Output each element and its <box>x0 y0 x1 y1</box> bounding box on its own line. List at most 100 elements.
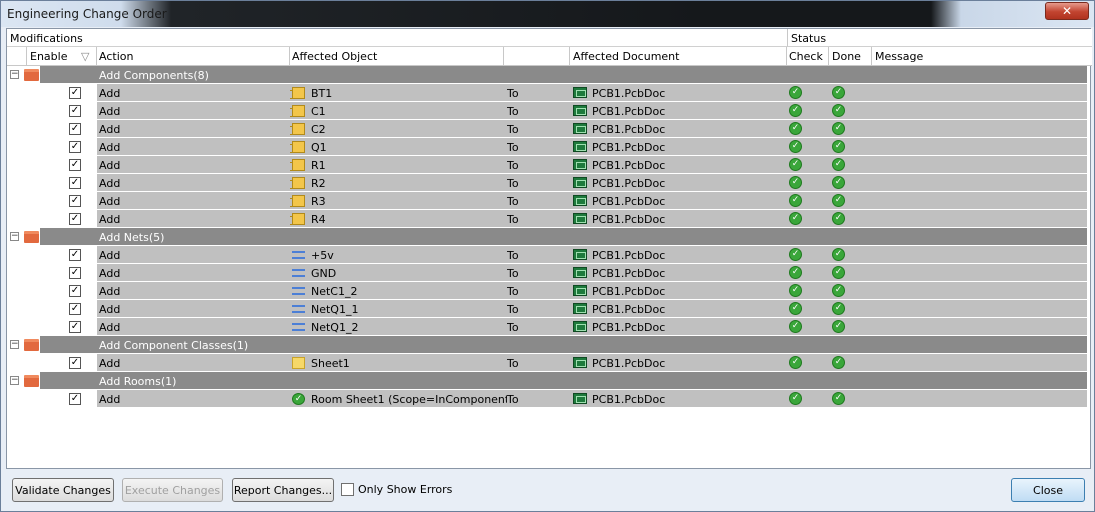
pcb-document-icon <box>573 141 587 152</box>
enable-checkbox[interactable]: ✓ <box>69 177 81 189</box>
pcb-document-icon <box>573 249 587 260</box>
table-row[interactable]: ✓ Add R3 To PCB1.PcbDoc ✓ ✓ <box>7 192 1092 210</box>
enable-checkbox[interactable]: ✓ <box>69 249 81 261</box>
affected-document-cell: PCB1.PcbDoc <box>592 195 666 208</box>
pcb-document-icon <box>573 87 587 98</box>
action-cell: Add <box>99 141 121 154</box>
component-icon <box>290 177 305 189</box>
close-icon[interactable]: ✕ <box>1045 2 1089 20</box>
check-ok-icon: ✓ <box>789 176 802 189</box>
affected-document-cell: PCB1.PcbDoc <box>592 159 666 172</box>
col-check[interactable]: Check <box>789 50 823 63</box>
col-done[interactable]: Done <box>832 50 861 63</box>
only-show-errors-checkbox[interactable] <box>341 483 354 496</box>
done-ok-icon: ✓ <box>832 158 845 171</box>
collapse-icon[interactable]: − <box>10 376 19 385</box>
to-cell: To <box>507 267 519 280</box>
folder-icon <box>24 339 39 351</box>
table-row[interactable]: ✓ Add BT1 To PCB1.PcbDoc ✓ ✓ <box>7 84 1092 102</box>
action-cell: Add <box>99 249 121 262</box>
component-icon <box>290 105 305 117</box>
done-ok-icon: ✓ <box>832 122 845 135</box>
component-icon <box>290 87 305 99</box>
table-row[interactable]: ✓ Add R4 To PCB1.PcbDoc ✓ ✓ <box>7 210 1092 228</box>
table-row[interactable]: ✓ Add NetQ1_2 To PCB1.PcbDoc ✓ ✓ <box>7 318 1092 336</box>
table-row[interactable]: ✓ Add R1 To PCB1.PcbDoc ✓ ✓ <box>7 156 1092 174</box>
table-row[interactable]: ✓ Add NetC1_2 To PCB1.PcbDoc ✓ ✓ <box>7 282 1092 300</box>
folder-icon <box>24 69 39 81</box>
collapse-icon[interactable]: − <box>10 232 19 241</box>
collapse-icon[interactable]: − <box>10 70 19 79</box>
col-affected-object[interactable]: Affected Object <box>292 50 377 63</box>
action-cell: Add <box>99 393 121 406</box>
done-ok-icon: ✓ <box>832 392 845 405</box>
enable-checkbox[interactable]: ✓ <box>69 195 81 207</box>
validate-changes-button[interactable]: Validate Changes <box>12 478 114 502</box>
check-ok-icon: ✓ <box>789 104 802 117</box>
status-group-header: Status <box>787 29 1092 47</box>
report-changes-button[interactable]: Report Changes... <box>232 478 334 502</box>
enable-checkbox[interactable]: ✓ <box>69 303 81 315</box>
done-ok-icon: ✓ <box>832 266 845 279</box>
done-ok-icon: ✓ <box>832 86 845 99</box>
execute-changes-button[interactable]: Execute Changes <box>122 478 223 502</box>
enable-checkbox[interactable]: ✓ <box>69 123 81 135</box>
enable-checkbox[interactable]: ✓ <box>69 141 81 153</box>
action-cell: Add <box>99 105 121 118</box>
table-row[interactable]: ✓ Add GND To PCB1.PcbDoc ✓ ✓ <box>7 264 1092 282</box>
col-enable[interactable]: Enable <box>30 50 67 63</box>
enable-checkbox[interactable]: ✓ <box>69 87 81 99</box>
affected-object-cell: C2 <box>311 123 326 136</box>
pcb-document-icon <box>573 285 587 296</box>
affected-document-cell: PCB1.PcbDoc <box>592 249 666 262</box>
to-cell: To <box>507 123 519 136</box>
affected-document-cell: PCB1.PcbDoc <box>592 267 666 280</box>
sort-icon[interactable]: ▽ <box>81 50 89 63</box>
to-cell: To <box>507 105 519 118</box>
affected-document-cell: PCB1.PcbDoc <box>592 177 666 190</box>
table-row[interactable]: ✓ Add +5v To PCB1.PcbDoc ✓ ✓ <box>7 246 1092 264</box>
group-label: Add Component Classes(1) <box>99 339 249 352</box>
only-show-errors-label: Only Show Errors <box>358 483 453 496</box>
to-cell: To <box>507 141 519 154</box>
enable-checkbox[interactable]: ✓ <box>69 393 81 405</box>
action-cell: Add <box>99 159 121 172</box>
table-row[interactable]: ✓ Add ✓ Room Sheet1 (Scope=InComponentCl To P… <box>7 390 1092 408</box>
table-row[interactable]: ✓ Add NetQ1_1 To PCB1.PcbDoc ✓ ✓ <box>7 300 1092 318</box>
group-row[interactable]: − Add Component Classes(1) <box>7 336 1092 354</box>
enable-checkbox[interactable]: ✓ <box>69 105 81 117</box>
affected-object-cell: Room Sheet1 (Scope=InComponentCl <box>311 393 507 406</box>
table-row[interactable]: ✓ Add Q1 To PCB1.PcbDoc ✓ ✓ <box>7 138 1092 156</box>
action-cell: Add <box>99 213 121 226</box>
window-title: Engineering Change Order <box>7 7 167 21</box>
title-bar[interactable]: Engineering Change Order ✕ <box>1 1 1094 27</box>
to-cell: To <box>507 303 519 316</box>
action-cell: Add <box>99 285 121 298</box>
enable-checkbox[interactable]: ✓ <box>69 285 81 297</box>
table-row[interactable]: ✓ Add Sheet1 To PCB1.PcbDoc ✓ ✓ <box>7 354 1092 372</box>
to-cell: To <box>507 249 519 262</box>
close-button[interactable]: Close <box>1011 478 1085 502</box>
table-row[interactable]: ✓ Add C1 To PCB1.PcbDoc ✓ ✓ <box>7 102 1092 120</box>
action-cell: Add <box>99 357 121 370</box>
to-cell: To <box>507 177 519 190</box>
eco-dialog: Engineering Change Order ✕ Modifications… <box>0 0 1095 512</box>
group-row[interactable]: − Add Rooms(1) <box>7 372 1092 390</box>
enable-checkbox[interactable]: ✓ <box>69 321 81 333</box>
enable-checkbox[interactable]: ✓ <box>69 357 81 369</box>
enable-checkbox[interactable]: ✓ <box>69 159 81 171</box>
col-action[interactable]: Action <box>99 50 133 63</box>
group-row[interactable]: − Add Components(8) <box>7 66 1092 84</box>
group-label: Add Components(8) <box>99 69 209 82</box>
collapse-icon[interactable]: − <box>10 340 19 349</box>
column-header-row: Enable ▽ Action Affected Object Affected… <box>7 47 1092 66</box>
col-affected-document[interactable]: Affected Document <box>573 50 679 63</box>
table-row[interactable]: ✓ Add R2 To PCB1.PcbDoc ✓ ✓ <box>7 174 1092 192</box>
table-row[interactable]: ✓ Add C2 To PCB1.PcbDoc ✓ ✓ <box>7 120 1092 138</box>
modifications-label: Modifications <box>10 32 83 45</box>
enable-checkbox[interactable]: ✓ <box>69 213 81 225</box>
affected-document-cell: PCB1.PcbDoc <box>592 321 666 334</box>
group-row[interactable]: − Add Nets(5) <box>7 228 1092 246</box>
col-message[interactable]: Message <box>875 50 923 63</box>
enable-checkbox[interactable]: ✓ <box>69 267 81 279</box>
